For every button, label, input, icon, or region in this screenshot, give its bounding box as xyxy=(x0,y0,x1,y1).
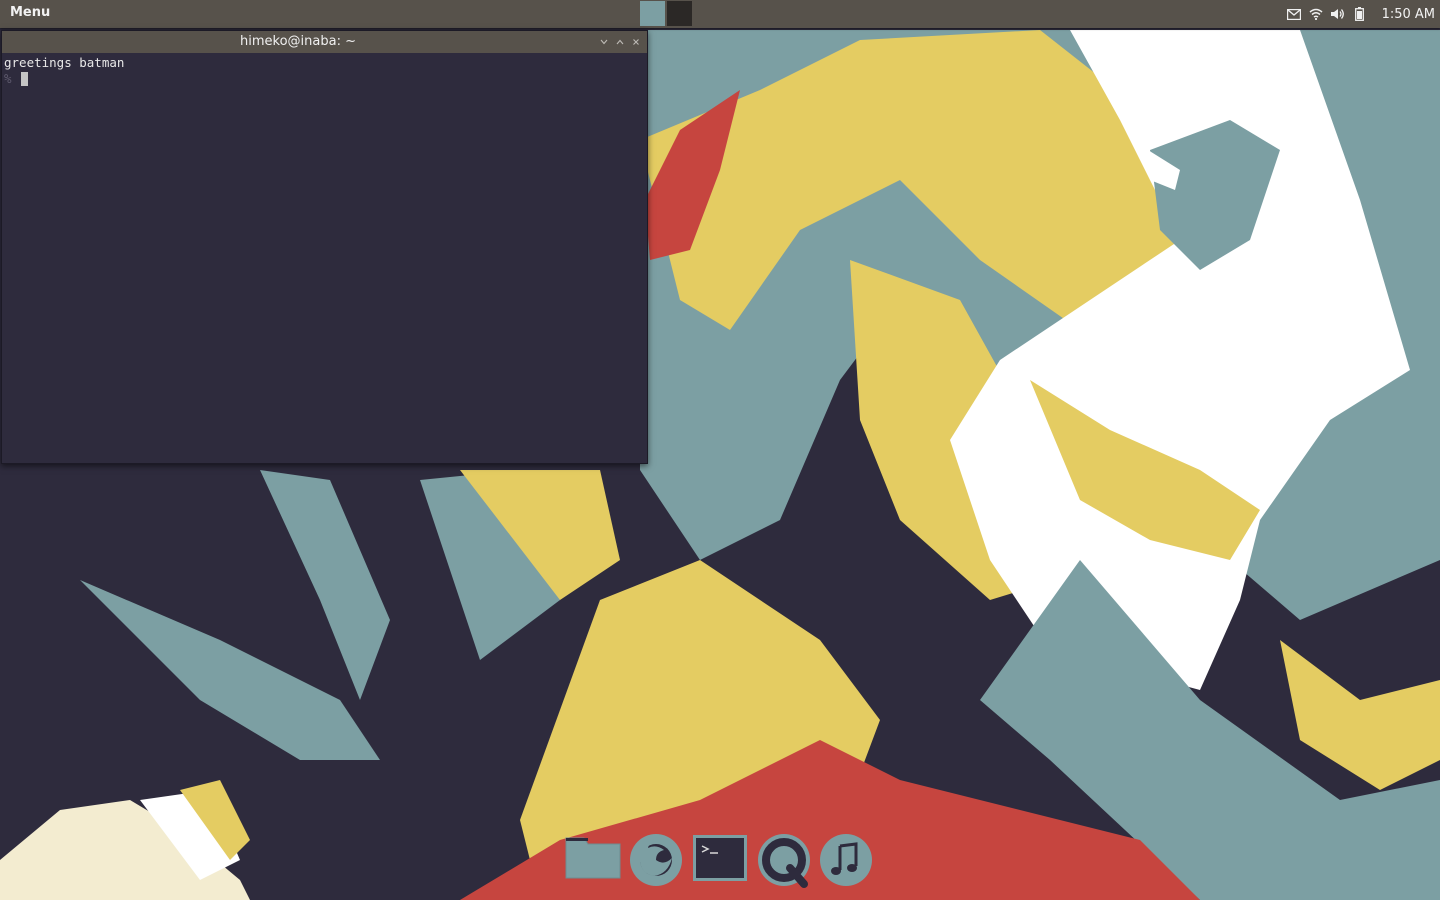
terminal-icon[interactable] xyxy=(692,834,748,886)
text-cursor xyxy=(20,72,28,86)
terminal-prompt-line[interactable]: % xyxy=(4,71,645,87)
battery-icon[interactable] xyxy=(1352,6,1368,22)
workspace-1[interactable] xyxy=(640,1,665,26)
terminal-window[interactable]: himeko@inaba: ~ greetings batman % xyxy=(1,30,648,464)
system-tray: 1:50 AM xyxy=(1286,0,1440,28)
workspace-switcher xyxy=(640,1,692,26)
minimize-icon[interactable] xyxy=(599,37,609,47)
music-icon[interactable] xyxy=(818,832,874,892)
firefox-icon[interactable] xyxy=(628,832,684,892)
close-icon[interactable] xyxy=(631,37,641,47)
window-titlebar[interactable]: himeko@inaba: ~ xyxy=(2,31,647,53)
quicktime-icon[interactable] xyxy=(756,832,812,892)
menu-button[interactable]: Menu xyxy=(10,5,50,20)
dock xyxy=(560,830,880,890)
terminal-line: greetings batman xyxy=(4,55,125,70)
clock[interactable]: 1:50 AM xyxy=(1382,7,1435,22)
top-panel: Menu 1:50 AM xyxy=(0,0,1440,28)
maximize-icon[interactable] xyxy=(615,37,625,47)
prompt-symbol: % xyxy=(4,71,12,86)
mail-icon[interactable] xyxy=(1286,6,1302,22)
files-icon[interactable] xyxy=(564,836,622,884)
volume-icon[interactable] xyxy=(1330,6,1346,22)
workspace-2[interactable] xyxy=(667,1,692,26)
window-title: himeko@inaba: ~ xyxy=(240,34,356,49)
window-controls xyxy=(599,31,641,53)
terminal-output[interactable]: greetings batman % xyxy=(4,55,645,461)
wifi-icon[interactable] xyxy=(1308,6,1324,22)
